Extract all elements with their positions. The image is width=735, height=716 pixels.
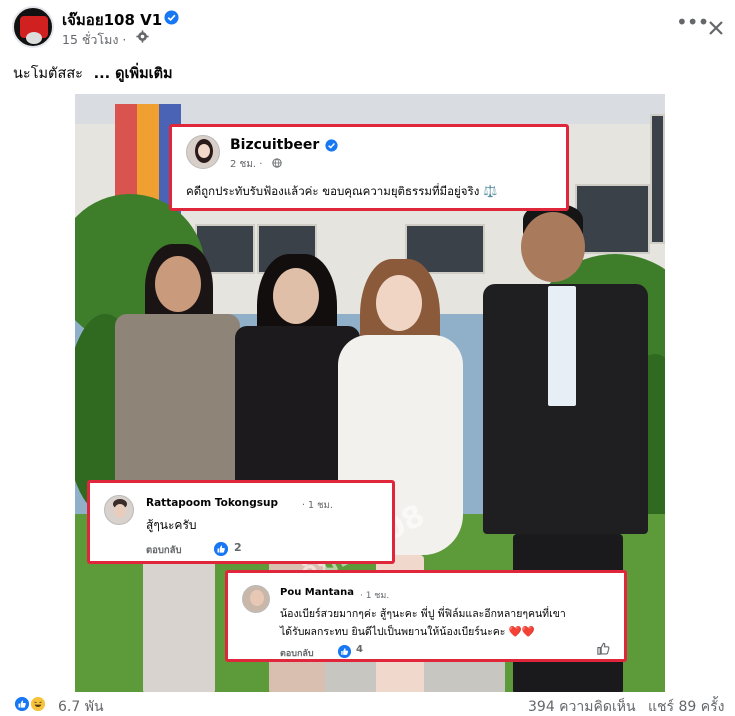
like-count: 2	[234, 541, 242, 554]
close-icon[interactable]	[704, 16, 728, 40]
comment-time: 2 ชม. ·	[230, 159, 263, 170]
comment-text: คดีถูกประทับรับฟ้องแล้วค่ะ ขอบคุณความยุต…	[186, 184, 498, 198]
commenter-avatar	[186, 135, 220, 169]
highlight-comment-1: Rattapoom Tokongsup · 1 ชม. สู้ๆนะครับ ต…	[87, 480, 395, 564]
head	[155, 256, 201, 312]
post-photo[interactable]: เจ๊มอย108 Bizcuitbeer 2 ชม. · คดีถูกประท…	[75, 94, 665, 692]
commenter-name: Pou Mantana	[280, 587, 355, 598]
post-header: เจ๊มอย108 V1 15 ชั่วโมง · •••	[0, 0, 735, 56]
avatar-face	[26, 32, 42, 44]
reaction-count[interactable]: 6.7 พัน	[58, 696, 104, 716]
see-more-link[interactable]: ... ดูเพิ่มเติม	[94, 66, 173, 82]
comment-text-line-1: น้องเบียร์สวยมากๆค่ะ สู้ๆนะคะ พี่ปู พี่ฟ…	[280, 608, 566, 620]
avatar-face	[114, 504, 126, 518]
page-avatar[interactable]	[12, 6, 54, 48]
jacket	[115, 314, 240, 484]
more-icon[interactable]: •••	[676, 12, 709, 38]
comment-text-line-2: ได้รับผลกระทบ ยินดีไปเป็นพยานให้น้องเบีย…	[280, 626, 535, 638]
globe-icon	[272, 158, 282, 168]
post-caption: นะโมตัสสะ	[13, 66, 83, 82]
commenter-avatar	[242, 585, 270, 613]
like-reaction-icon	[214, 542, 228, 556]
head	[376, 275, 422, 331]
page-name[interactable]: เจ๊มอย108 V1	[62, 8, 162, 32]
shirt	[548, 286, 576, 406]
commenter-avatar	[104, 495, 134, 525]
post-footer: 6.7 พัน 394 ความคิดเห็น แชร์ 89 ครั้ง	[0, 686, 735, 716]
share-count[interactable]: แชร์ 89 ครั้ง	[648, 696, 724, 716]
like-reaction-icon	[338, 645, 351, 658]
verified-badge-icon	[164, 10, 179, 25]
commenter-name: Rattapoom Tokongsup	[146, 497, 278, 509]
avatar-face	[198, 144, 210, 158]
post-text: นะโมตัสสะ ... ดูเพิ่มเติม	[13, 62, 173, 85]
reply-link: ตอบกลับ	[280, 649, 314, 659]
head	[273, 268, 319, 324]
haha-reaction-icon[interactable]	[29, 695, 47, 713]
comment-count[interactable]: 394 ความคิดเห็น	[528, 696, 636, 716]
comment-time: · 1 ชม.	[360, 591, 390, 601]
reply-link: ตอบกลับ	[146, 545, 182, 556]
person-1	[105, 244, 245, 692]
thumbs-up-icon	[597, 642, 610, 655]
highlight-comment-2: Pou Mantana · 1 ชม. น้องเบียร์สวยมากๆค่ะ…	[225, 570, 627, 662]
head	[521, 212, 585, 282]
like-count: 4	[356, 644, 363, 655]
commenter-name: Bizcuitbeer	[230, 137, 320, 153]
post-time[interactable]: 15 ชั่วโมง ·	[62, 30, 126, 50]
comment-text: สู้ๆนะครับ	[146, 518, 197, 532]
verified-badge-icon	[325, 139, 338, 152]
gear-icon	[136, 30, 149, 43]
highlight-comment-top: Bizcuitbeer 2 ชม. · คดีถูกประทับรับฟ้องแ…	[169, 124, 569, 211]
avatar-face	[250, 590, 264, 606]
comment-time: · 1 ชม.	[302, 500, 333, 511]
